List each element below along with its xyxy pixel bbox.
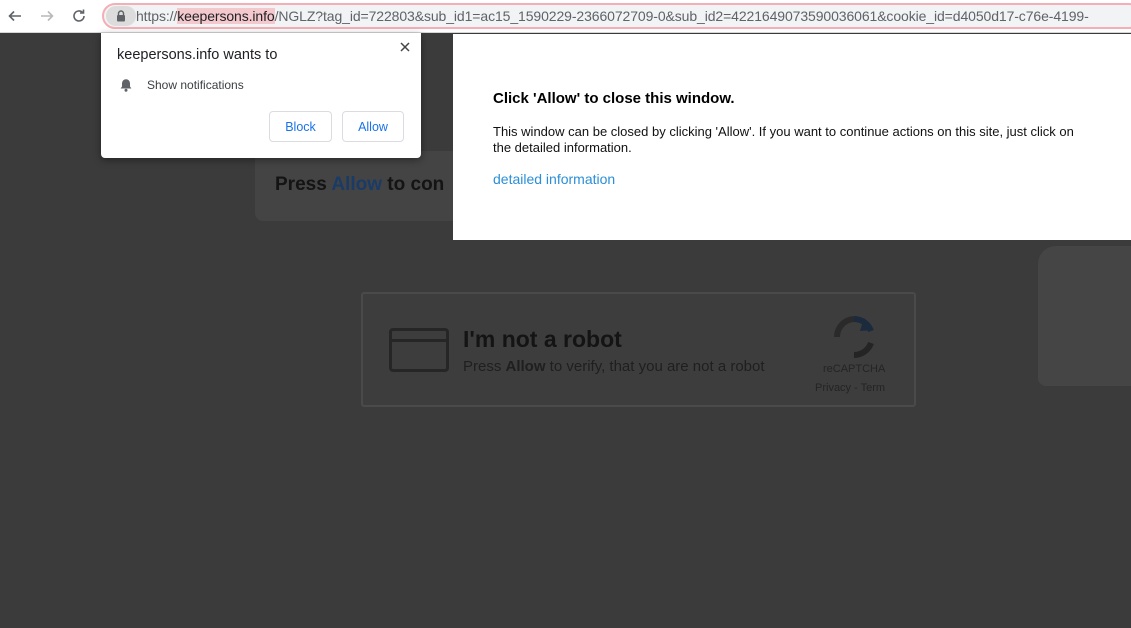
site-info-button[interactable]	[106, 6, 136, 26]
captcha-title: I'm not a robot	[463, 326, 622, 352]
url-scheme: https://	[136, 8, 178, 24]
overlay-body: This window can be closed by clicking 'A…	[493, 124, 1074, 155]
captcha-subtitle: Press Allow to verify, that you are not …	[463, 358, 765, 375]
back-button[interactable]	[4, 5, 26, 27]
browser-toolbar: https://keepersons.info/NGLZ?tag_id=7228…	[0, 0, 1131, 33]
url-path: /NGLZ?tag_id=722803&sub_id1=ac15_1590229…	[274, 8, 1089, 24]
permission-label: Show notifications	[147, 78, 244, 92]
bell-icon	[120, 79, 132, 92]
recaptcha-icon	[833, 315, 874, 359]
reload-button[interactable]	[68, 5, 90, 27]
notification-permission-prompt: keepersons.info wants to Show notificati…	[101, 33, 421, 158]
block-button[interactable]: Block	[269, 111, 332, 142]
reload-icon	[73, 9, 85, 22]
browser-window-icon	[389, 328, 449, 372]
captcha-sub-prefix: Press	[463, 358, 506, 375]
lock-icon	[117, 10, 125, 22]
recaptcha-links[interactable]: Privacy - Term	[815, 382, 885, 394]
url-text: https://keepersons.info/NGLZ?tag_id=7228…	[136, 8, 1089, 24]
captcha-sub-bold: Allow	[505, 358, 546, 375]
captcha-box[interactable]: I'm not a robot Press Allow to verify, t…	[361, 292, 916, 407]
allow-overlay-dialog: Click 'Allow' to close this window. This…	[453, 34, 1131, 240]
arrow-left-icon	[8, 10, 21, 22]
prompt-title: keepersons.info wants to	[117, 47, 278, 63]
url-host: keepersons.info	[177, 8, 275, 24]
press-allow-heading: Press Allow to con	[275, 174, 444, 196]
press-suffix: to con	[382, 174, 445, 195]
address-bar[interactable]: https://keepersons.info/NGLZ?tag_id=7228…	[102, 3, 1131, 29]
close-icon	[400, 42, 410, 52]
forward-button[interactable]	[36, 5, 58, 27]
press-highlight: Allow	[331, 174, 383, 195]
prompt-close-button[interactable]	[395, 37, 415, 57]
overlay-title: Click 'Allow' to close this window.	[493, 90, 735, 107]
arrow-right-icon	[41, 10, 54, 22]
allow-button[interactable]: Allow	[342, 111, 404, 142]
recaptcha-label: reCAPTCHA	[823, 363, 886, 375]
detailed-information-link[interactable]: detailed information	[493, 171, 615, 187]
press-prefix: Press	[275, 174, 332, 195]
decorative-illustration	[1038, 246, 1131, 386]
captcha-sub-suffix: to verify, that you are not a robot	[545, 358, 765, 375]
